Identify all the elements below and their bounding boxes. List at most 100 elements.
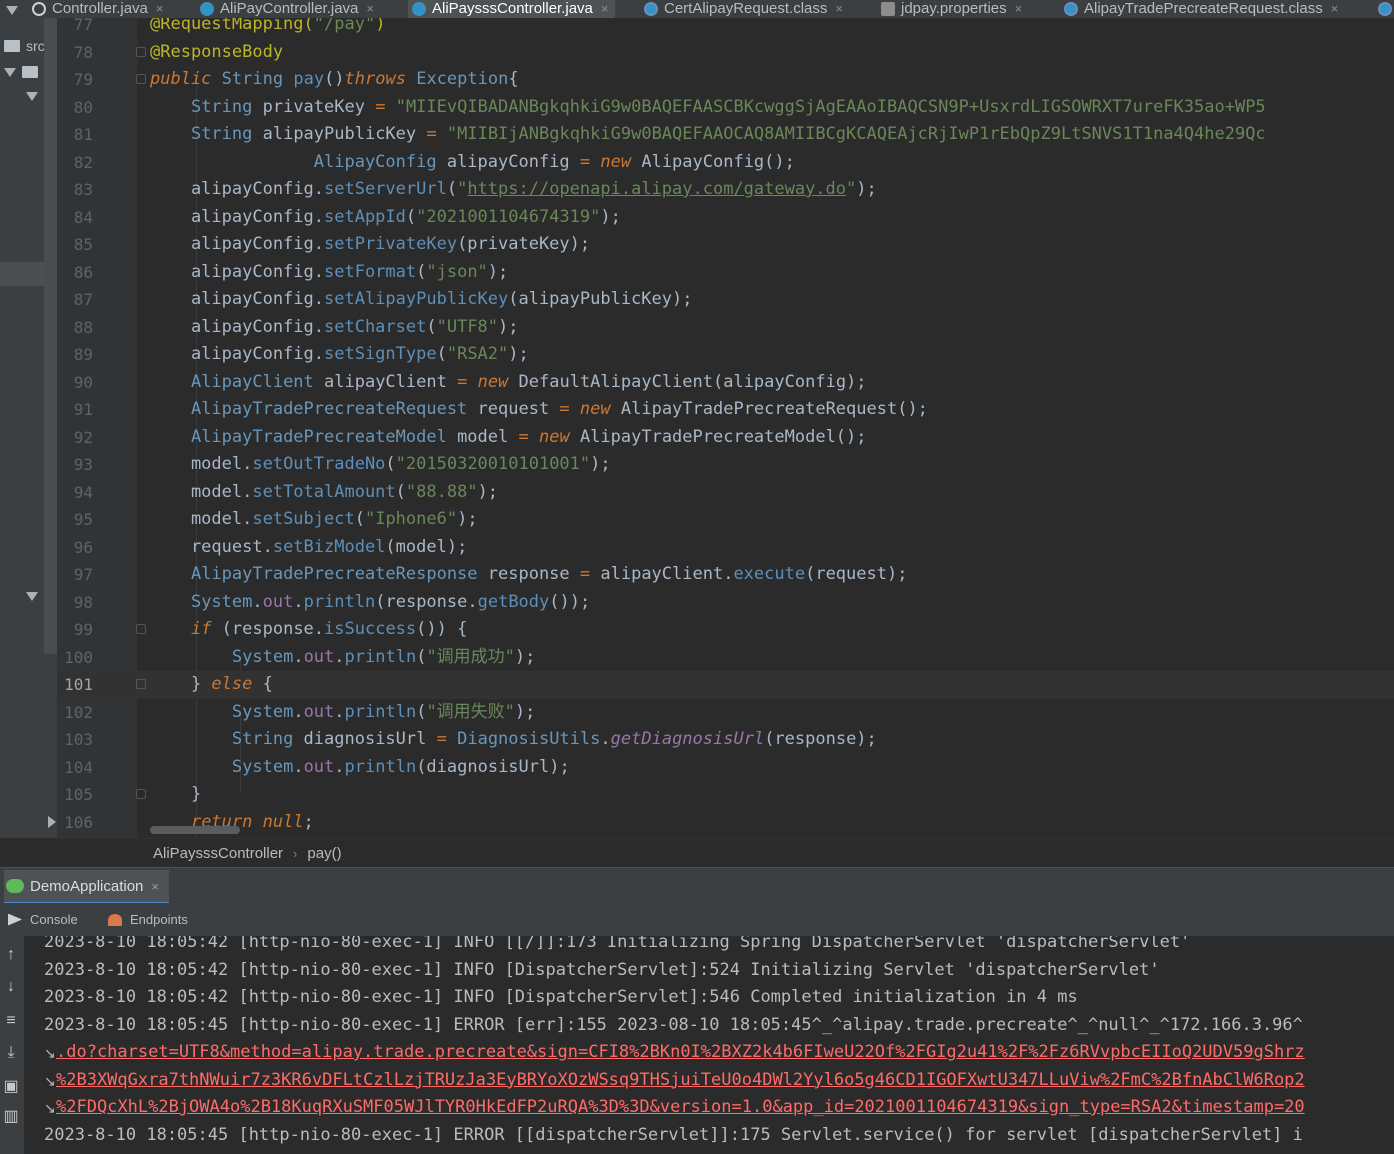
code-line[interactable]: 101 } else { — [57, 671, 1394, 699]
code-text[interactable]: String alipayPublicKey = "MIIBIjANBgkqhk… — [150, 121, 1266, 149]
code-text[interactable]: @ResponseBody — [150, 39, 283, 67]
collapse-arrow-icon[interactable] — [6, 6, 18, 15]
tab-alipaycontroller-java[interactable]: AliPayController.java × — [196, 0, 380, 18]
code-line[interactable]: 106 return null; — [57, 809, 1394, 837]
code-text[interactable]: } — [150, 781, 201, 809]
expand-arrow-icon[interactable] — [4, 68, 16, 77]
tree-item-src[interactable]: src — [4, 38, 45, 54]
code-line[interactable]: 90 AlipayClient alipayClient = new Defau… — [57, 369, 1394, 397]
fold-marker-icon[interactable] — [136, 789, 146, 799]
code-text[interactable]: AlipayClient alipayClient = new DefaultA… — [150, 369, 867, 397]
close-icon[interactable]: × — [151, 879, 159, 894]
code-text[interactable]: String privateKey = "MIIEvQIBADANBgkqhki… — [150, 94, 1266, 122]
console-hyperlink[interactable]: %2FDQcXhL%2BjOWA4o%2B18KuqRXuSMF05WJlTYR… — [56, 1097, 1305, 1117]
code-text[interactable]: alipayConfig.setPrivateKey(privateKey); — [150, 231, 590, 259]
code-line[interactable]: 81 String alipayPublicKey = "MIIBIjANBgk… — [57, 121, 1394, 149]
console-hyperlink[interactable]: .do?charset=UTF8&method=alipay.trade.pre… — [56, 1042, 1305, 1062]
console-output[interactable]: 2023-8-10 18:05:42 [http-nio-80-exec-1] … — [25, 936, 1394, 1154]
horizontal-scrollbar-thumb[interactable] — [150, 826, 240, 834]
expand-arrow-icon[interactable] — [26, 592, 38, 601]
scroll-down-icon[interactable]: ↓ — [3, 979, 19, 995]
code-text[interactable]: model.setOutTradeNo("20150320010101001")… — [150, 451, 611, 479]
code-text[interactable]: model.setTotalAmount("88.88"); — [150, 479, 498, 507]
trash-icon[interactable]: ▥ — [3, 1109, 19, 1125]
code-line[interactable]: 78 @ResponseBody — [57, 39, 1394, 67]
class-file-icon[interactable] — [1378, 2, 1392, 16]
code-line[interactable]: 92 AlipayTradePrecreateModel model = new… — [57, 424, 1394, 452]
code-line[interactable]: 89 alipayConfig.setSignType("RSA2"); — [57, 341, 1394, 369]
close-icon[interactable]: × — [366, 1, 374, 17]
tab-certalipayrequest-class[interactable]: CertAlipayRequest.class × — [640, 0, 849, 18]
scroll-up-icon[interactable]: ↑ — [3, 947, 19, 963]
code-text[interactable]: AlipayTradePrecreateModel model = new Al… — [150, 424, 867, 452]
code-line[interactable]: 85 alipayConfig.setPrivateKey(privateKey… — [57, 231, 1394, 259]
code-text[interactable]: System.out.println("调用成功"); — [150, 644, 536, 672]
code-line[interactable]: 79 public String pay()throws Exception{ — [57, 66, 1394, 94]
fold-marker-icon[interactable] — [136, 679, 146, 689]
tab-controller-java[interactable]: Controller.java × — [28, 0, 169, 18]
code-line[interactable]: 103 String diagnosisUrl = DiagnosisUtils… — [57, 726, 1394, 754]
code-text[interactable]: alipayConfig.setFormat("json"); — [150, 259, 508, 287]
fold-marker-icon[interactable] — [136, 624, 146, 634]
code-line[interactable]: 96 request.setBizModel(model); — [57, 534, 1394, 562]
code-text[interactable]: System.out.println(response.getBody()); — [150, 589, 590, 617]
code-text[interactable]: @RequestMapping("/pay") — [150, 18, 385, 39]
code-line[interactable]: 102 System.out.println("调用失败"); — [57, 699, 1394, 727]
code-text[interactable]: System.out.println(diagnosisUrl); — [150, 754, 570, 782]
code-text[interactable]: alipayConfig.setSignType("RSA2"); — [150, 341, 529, 369]
code-line[interactable]: 86 alipayConfig.setFormat("json"); — [57, 259, 1394, 287]
code-text[interactable]: public String pay()throws Exception{ — [150, 66, 519, 94]
code-line[interactable]: 98 System.out.println(response.getBody()… — [57, 589, 1394, 617]
fold-marker-icon[interactable] — [136, 46, 146, 57]
expand-arrow-icon[interactable] — [48, 816, 56, 828]
tab-console[interactable]: Console — [8, 903, 78, 936]
code-line[interactable]: 77 @RequestMapping("/pay") — [57, 18, 1394, 39]
code-text[interactable]: String diagnosisUrl = DiagnosisUtils.get… — [150, 726, 877, 754]
code-text[interactable]: AlipayConfig alipayConfig = new AlipayCo… — [150, 149, 795, 177]
code-line[interactable]: 104 System.out.println(diagnosisUrl); — [57, 754, 1394, 782]
tab-alipayssscontroller-java[interactable]: AliPaysssController.java × — [408, 0, 615, 18]
code-text[interactable]: request.setBizModel(model); — [150, 534, 467, 562]
code-text[interactable]: alipayConfig.setCharset("UTF8"); — [150, 314, 519, 342]
close-icon[interactable]: × — [601, 1, 609, 17]
code-line[interactable]: 88 alipayConfig.setCharset("UTF8"); — [57, 314, 1394, 342]
fold-marker-icon[interactable] — [136, 74, 146, 84]
code-text[interactable]: if (response.isSuccess()) { — [150, 616, 467, 644]
code-line[interactable]: 82 AlipayConfig alipayConfig = new Alipa… — [57, 149, 1394, 177]
code-line[interactable]: 105 } — [57, 781, 1394, 809]
code-line[interactable]: 84 alipayConfig.setAppId("20210011046743… — [57, 204, 1394, 232]
run-tab-demoapplication[interactable]: DemoApplication × — [4, 870, 169, 904]
breadcrumb-class[interactable]: AliPaysssController — [153, 845, 283, 862]
console-hyperlink[interactable]: %2B3XWqGxra7thNWuir7z3KR6vDFLtCzlLzjTRUz… — [56, 1070, 1305, 1090]
code-text[interactable]: AlipayTradePrecreateRequest request = ne… — [150, 396, 928, 424]
close-icon[interactable]: × — [835, 1, 843, 17]
breadcrumb-method[interactable]: pay() — [307, 845, 341, 862]
code-text[interactable]: alipayConfig.setAlipayPublicKey(alipayPu… — [150, 286, 693, 314]
tab-alipaytradeprecreaterequest-class[interactable]: AlipayTradePrecreateRequest.class × — [1060, 0, 1344, 18]
code-line[interactable]: 91 AlipayTradePrecreateRequest request =… — [57, 396, 1394, 424]
close-icon[interactable]: × — [156, 1, 164, 17]
close-icon[interactable]: × — [1015, 1, 1023, 17]
code-text[interactable]: alipayConfig.setServerUrl("https://opena… — [150, 176, 877, 204]
code-line[interactable]: 93 model.setOutTradeNo("2015032001010100… — [57, 451, 1394, 479]
code-line[interactable]: 94 model.setTotalAmount("88.88"); — [57, 479, 1394, 507]
close-icon[interactable]: × — [1331, 1, 1339, 17]
code-text[interactable]: System.out.println("调用失败"); — [150, 699, 536, 727]
print-icon[interactable]: ▣ — [3, 1079, 19, 1095]
code-line[interactable]: 80 String privateKey = "MIIEvQIBADANBgkq… — [57, 94, 1394, 122]
code-line[interactable]: 99 if (response.isSuccess()) { — [57, 616, 1394, 644]
tab-jdpay-properties[interactable]: jdpay.properties × — [877, 0, 1028, 18]
code-line[interactable]: 97 AlipayTradePrecreateResponse response… — [57, 561, 1394, 589]
code-text[interactable]: alipayConfig.setAppId("2021001104674319"… — [150, 204, 621, 232]
tree-scrollbar[interactable] — [44, 18, 57, 654]
tab-endpoints[interactable]: Endpoints — [108, 903, 188, 936]
code-editor[interactable]: 77 @RequestMapping("/pay") 78 @ResponseBody… — [57, 18, 1394, 838]
scroll-to-end-icon[interactable]: ⤓ — [3, 1045, 19, 1061]
code-line[interactable]: 87 alipayConfig.setAlipayPublicKey(alipa… — [57, 286, 1394, 314]
code-line[interactable]: 95 model.setSubject("Iphone6"); — [57, 506, 1394, 534]
code-text[interactable]: AlipayTradePrecreateResponse response = … — [150, 561, 908, 589]
soft-wrap-icon[interactable]: ≡ — [3, 1013, 19, 1029]
code-line[interactable]: 100 System.out.println("调用成功"); — [57, 644, 1394, 672]
code-text[interactable]: } else { — [150, 671, 273, 699]
code-text[interactable]: model.setSubject("Iphone6"); — [150, 506, 478, 534]
